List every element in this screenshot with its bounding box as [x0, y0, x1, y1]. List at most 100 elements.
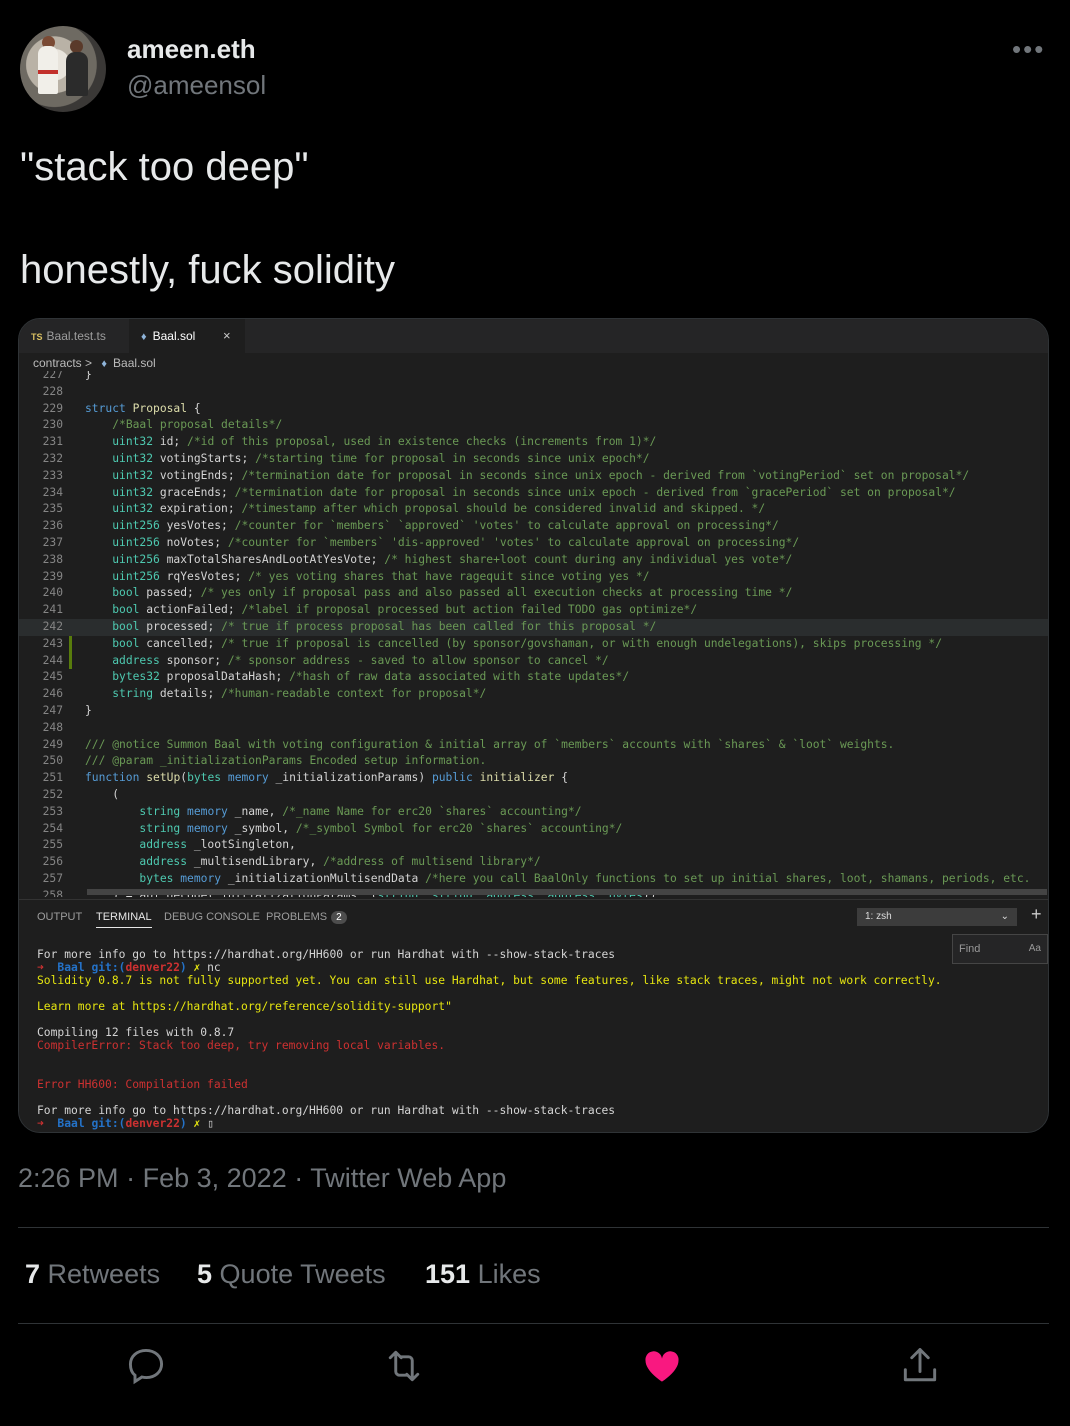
- line-content: /*Baal proposal details*/: [112, 418, 283, 432]
- code-line: 253 string memory _name, /*_name Name fo…: [19, 804, 1048, 821]
- code-line: 256 address _multisendLibrary, /*address…: [19, 854, 1048, 871]
- code-line: 257 bytes memory _initializationMultisen…: [19, 871, 1048, 888]
- solidity-icon: ♦: [101, 358, 108, 370]
- problems-count-badge: 2: [331, 911, 347, 924]
- line-number: 256: [42, 855, 63, 869]
- code-line: 252 (: [19, 787, 1048, 804]
- line-number: 240: [42, 586, 63, 600]
- share-icon[interactable]: [898, 1344, 942, 1388]
- line-number: 238: [42, 552, 63, 566]
- horizontal-scrollbar: [87, 889, 1047, 895]
- code-line: 254 string memory _symbol, /*_symbol Sym…: [19, 821, 1048, 838]
- code-line: 244 address sponsor; /* sponsor address …: [19, 653, 1048, 670]
- more-options-icon[interactable]: •••: [1012, 34, 1045, 65]
- line-content: function setUp(bytes memory _initializat…: [85, 771, 568, 785]
- code-line: 233 uint32 votingEnds; /*termination dat…: [19, 468, 1048, 485]
- git-change-marker: [69, 635, 72, 670]
- line-content: /// @notice Summon Baal with voting conf…: [85, 737, 895, 751]
- likes-stat[interactable]: 151 Likes: [425, 1259, 541, 1290]
- code-editor: 227} 228 229 struct Proposal {230 /*Baal pr…: [19, 371, 1048, 897]
- panel-tabs: OUTPUT TERMINAL DEBUG CONSOLE PROBLEMS 2 …: [19, 900, 1048, 934]
- line-content: bool processed; /* true if process propo…: [112, 620, 657, 633]
- code-line: 232 uint32 votingStarts; /*starting time…: [19, 451, 1048, 468]
- line-number: 229: [42, 401, 63, 415]
- line-number: 255: [42, 838, 63, 852]
- code-line: 251 function setUp(bytes memory _initiali…: [19, 770, 1048, 787]
- line-number: 245: [42, 670, 63, 684]
- line-content: address sponsor; /* sponsor address - sa…: [112, 653, 609, 667]
- line-content: (: [85, 788, 120, 801]
- code-line: 239 uint256 rqYesVotes; /* yes voting sh…: [19, 569, 1048, 586]
- line-number: 239: [42, 569, 63, 583]
- line-content: uint32 expiration; /*timestamp after whi…: [112, 502, 766, 516]
- quote-tweets-stat[interactable]: 5 Quote Tweets: [197, 1259, 386, 1290]
- quote-tweets-label: Quote Tweets: [219, 1259, 386, 1289]
- retweets-stat[interactable]: 7 Retweets: [25, 1259, 160, 1290]
- code-line: 234 uint32 graceEnds; /*termination date…: [19, 485, 1048, 502]
- line-content: address _lootSingleton,: [139, 838, 296, 852]
- breadcrumb-file: Baal.sol: [113, 356, 156, 370]
- code-line: 247}: [19, 703, 1048, 720]
- code-line: 242 bool processed; /* true if process p…: [19, 619, 1048, 636]
- code-line: 240 bool passed; /* yes only if proposal…: [19, 585, 1048, 602]
- divider: [18, 1227, 1049, 1228]
- code-line: 249 /// @notice Summon Baal with voting c…: [19, 737, 1048, 754]
- line-content: address _multisendLibrary, /*address of …: [139, 855, 541, 869]
- avatar[interactable]: [20, 26, 106, 112]
- tweet-meta: 2:26 PM · Feb 3, 2022 · Twitter Web App: [18, 1163, 506, 1194]
- tweet-text-line-1: "stack too deep": [20, 145, 309, 189]
- new-terminal-icon: +: [1031, 904, 1042, 924]
- line-content: uint32 id; /*id of this proposal, used i…: [112, 435, 657, 449]
- retweet-icon[interactable]: [382, 1344, 426, 1388]
- terminal-line: ➜ Baal git:(denver22) ✗ nc: [37, 961, 221, 974]
- code-line: 238 uint256 maxTotalSharesAndLootAtYesVo…: [19, 552, 1048, 569]
- user-handle[interactable]: @ameensol: [127, 70, 266, 101]
- line-number: 227: [42, 371, 63, 381]
- display-name[interactable]: ameen.eth: [127, 34, 256, 65]
- line-number: 253: [42, 804, 63, 818]
- tab-problems: PROBLEMS 2: [266, 911, 347, 924]
- tweet-source[interactable]: Twitter Web App: [310, 1163, 506, 1193]
- tab-label: Baal.test.ts: [46, 329, 106, 343]
- meta-separator: ·: [126, 1163, 136, 1193]
- retweets-count: 7: [25, 1259, 41, 1289]
- line-content: uint256 noVotes; /*counter for `members`…: [112, 536, 800, 549]
- line-content: }: [85, 371, 92, 381]
- tab-label: Baal.sol: [152, 329, 196, 343]
- line-number: 257: [42, 872, 63, 885]
- breadcrumb-separator: >: [85, 356, 93, 370]
- terminal-line: Compiling 12 files with 0.8.7: [37, 1026, 235, 1039]
- tweet-text-line-2: honestly, fuck solidity: [20, 248, 395, 292]
- code-line: 255 address _lootSingleton,: [19, 837, 1048, 854]
- tweet-date[interactable]: Feb 3, 2022: [143, 1163, 287, 1193]
- line-content: string memory _symbol, /*_symbol Symbol …: [139, 821, 623, 835]
- tab-problems-label: PROBLEMS: [266, 911, 328, 923]
- line-number: 237: [42, 536, 63, 549]
- breadcrumb: contracts > ♦ Baal.sol: [19, 353, 1048, 373]
- like-icon[interactable]: [640, 1344, 684, 1388]
- meta-separator: ·: [294, 1163, 304, 1193]
- code-line: 236 uint256 yesVotes; /*counter for `mem…: [19, 518, 1048, 535]
- line-content: bytes32 proposalDataHash; /*hash of raw …: [112, 670, 630, 684]
- line-content: uint32 votingStarts; /*starting time for…: [112, 452, 650, 465]
- reply-icon[interactable]: [124, 1344, 168, 1388]
- retweets-label: Retweets: [47, 1259, 161, 1289]
- line-number: 230: [42, 418, 63, 432]
- code-line: 245 bytes32 proposalDataHash; /*hash of …: [19, 669, 1048, 686]
- terminal-line: For more info go to https://hardhat.org/…: [37, 1104, 616, 1117]
- line-number: 236: [42, 519, 63, 533]
- line-number: 231: [42, 435, 63, 449]
- attached-screenshot[interactable]: TS Baal.test.ts ♦ Baal.sol × contracts > ♦…: [18, 318, 1049, 1133]
- terminal-line: For more info go to https://hardhat.org/…: [37, 948, 616, 961]
- terminal-line: CompilerError: Stack too deep, try remov…: [37, 1039, 446, 1052]
- line-number: 233: [42, 468, 63, 482]
- tab-output: OUTPUT: [37, 911, 83, 923]
- tweet-time[interactable]: 2:26 PM: [18, 1163, 119, 1193]
- terminal-line: Learn more at https://hardhat.org/refere…: [37, 1000, 452, 1013]
- line-number: 250: [42, 754, 63, 768]
- line-content: uint256 yesVotes; /*counter for `members…: [112, 519, 779, 533]
